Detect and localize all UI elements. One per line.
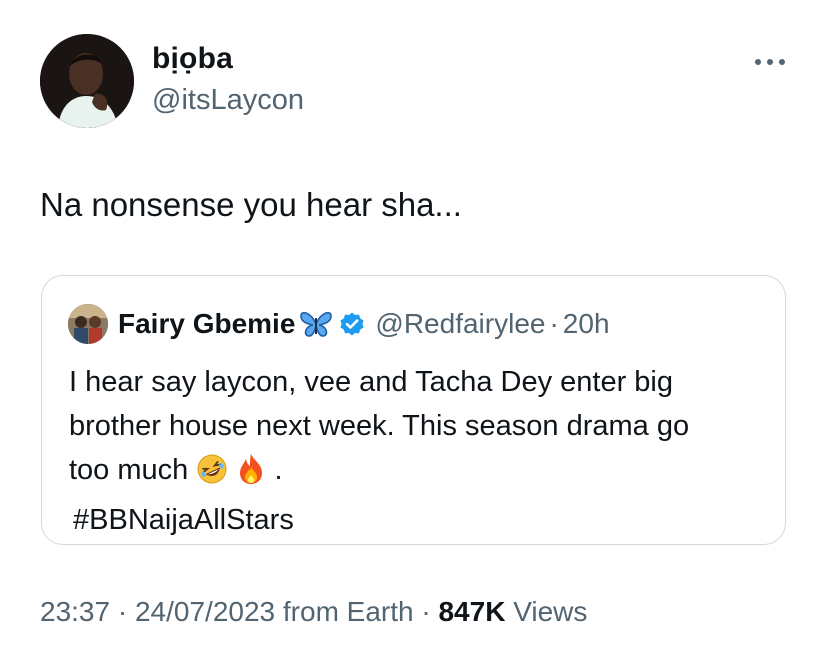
verified-badge-icon — [339, 311, 365, 337]
butterfly-icon — [299, 310, 333, 338]
author-avatar[interactable] — [40, 34, 134, 128]
quoted-author-handle[interactable]: @Redfairylee — [375, 308, 545, 340]
quoted-header: Fairy Gbemie @Redfairylee · 20h — [118, 304, 610, 344]
quoted-line-3-end: . — [274, 454, 283, 486]
tweet-source: from Earth — [282, 596, 414, 627]
tweet-meta: 23:37 · 24/07/2023 from Earth · 847K Vie… — [40, 596, 587, 628]
meta-separator: · — [421, 596, 431, 627]
author-handle[interactable]: @itsLaycon — [152, 84, 304, 117]
quoted-line-3-text: too much — [69, 454, 189, 486]
quoted-text: I hear say laycon, vee and Tacha Dey ent… — [69, 360, 769, 542]
quoted-line-2: brother house next week. This season dra… — [69, 410, 690, 442]
quoted-tweet-card[interactable]: Fairy Gbemie @Redfairylee · 20h I hear s… — [41, 275, 786, 545]
hashtag-link[interactable]: #BBNaijaAllStars — [69, 498, 769, 542]
more-options-button[interactable] — [752, 48, 788, 76]
header-separator: · — [549, 308, 559, 339]
quoted-line-1: I hear say laycon, vee and Tacha Dey ent… — [69, 366, 674, 398]
tweet-time[interactable]: 23:37 — [40, 596, 110, 627]
views-count[interactable]: 847K — [438, 596, 505, 627]
fire-emoji-icon — [236, 453, 266, 498]
quoted-author-avatar[interactable] — [68, 304, 108, 344]
quoted-author-name[interactable]: Fairy Gbemie — [118, 308, 295, 340]
author-name[interactable]: bịọba — [152, 42, 233, 76]
more-icon — [755, 59, 785, 65]
views-label[interactable]: Views — [513, 596, 587, 627]
tweet-text: Na nonsense you hear sha... — [40, 186, 462, 223]
quoted-line-3: too much . — [69, 448, 769, 498]
quoted-timestamp[interactable]: 20h — [563, 308, 610, 340]
tweet-date[interactable]: 24/07/2023 — [135, 596, 275, 627]
meta-separator: · — [117, 596, 128, 627]
rofl-emoji-icon — [196, 453, 228, 498]
